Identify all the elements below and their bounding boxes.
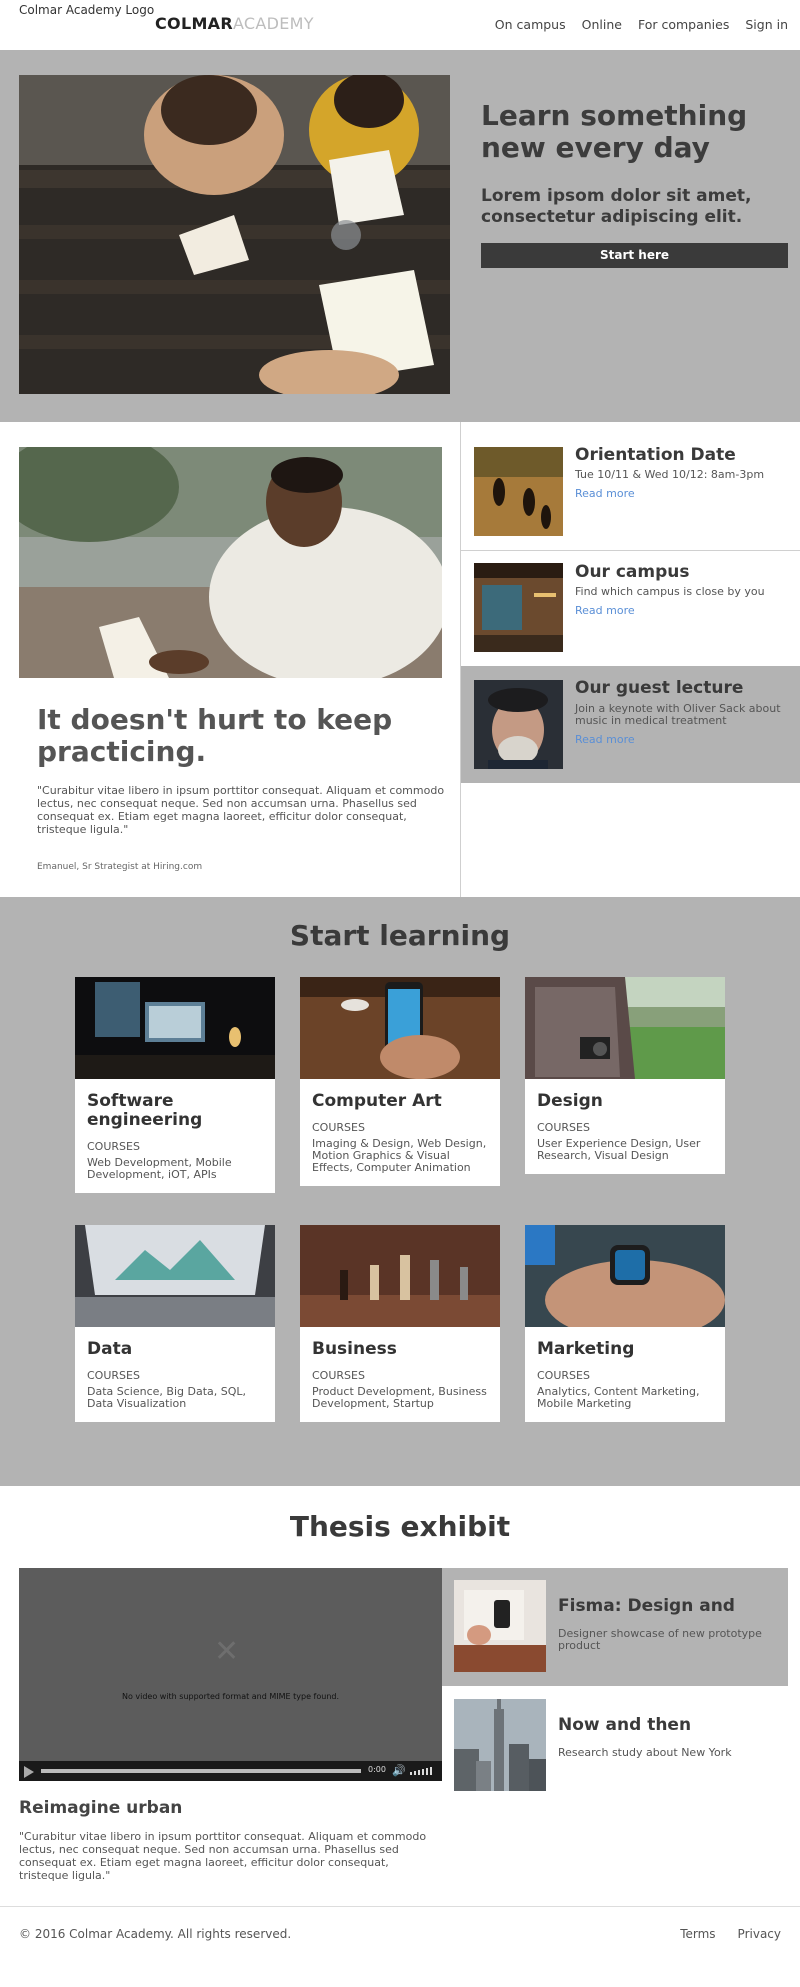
course-card-business[interactable]: Business COURSES Product Development, Bu… xyxy=(300,1225,500,1422)
course-image xyxy=(525,1225,725,1327)
course-title: Design xyxy=(537,1091,603,1111)
event-thumb-campus xyxy=(474,563,563,652)
project-desc: Designer showcase of new prototype produ… xyxy=(558,1627,762,1652)
course-image xyxy=(300,1225,500,1327)
project-desc: Research study about New York xyxy=(558,1746,732,1759)
course-desc: Web Development, Mobile Development, iOT… xyxy=(87,1156,232,1181)
video-time: 0:00 xyxy=(368,1765,386,1774)
read-more-link[interactable]: Read more xyxy=(575,604,635,617)
course-desc: Data Science, Big Data, SQL, Data Visual… xyxy=(87,1385,247,1410)
event-campus: Our campus Find which campus is close by… xyxy=(461,539,800,656)
event-title: Our campus xyxy=(575,562,690,582)
course-card-design[interactable]: Design COURSES User Experience Design, U… xyxy=(525,977,725,1174)
project-image-fisma xyxy=(454,1580,546,1672)
main-nav: On campus Online For companies Sign in xyxy=(495,17,788,32)
course-label: COURSES xyxy=(537,1369,590,1382)
feature-image-man-reading xyxy=(19,447,442,678)
site-footer: © 2016 Colmar Academy. All rights reserv… xyxy=(0,1906,800,1987)
thesis-heading: Reimagine urban xyxy=(19,1798,183,1818)
site-header: Colmar Academy Logo COLMARACADEMY On cam… xyxy=(0,0,800,50)
course-card-software-engineering[interactable]: Software engineering COURSES Web Develop… xyxy=(75,977,275,1193)
volume-icon[interactable]: 🔊 xyxy=(392,1764,406,1777)
logo-light: ACADEMY xyxy=(232,14,314,33)
footer-privacy-link[interactable]: Privacy xyxy=(738,1927,781,1941)
start-here-button[interactable]: Start here xyxy=(481,243,788,268)
course-image xyxy=(525,977,725,1079)
thesis-project-fisma[interactable]: Fisma: Design and Designer showcase of n… xyxy=(442,1568,788,1686)
volume-level-icon[interactable] xyxy=(410,1767,436,1775)
hero-section: Learn something new every day Lorem ipso… xyxy=(0,50,800,422)
project-title: Fisma: Design and xyxy=(558,1596,735,1616)
footer-links: Terms Privacy xyxy=(680,1927,781,1941)
course-card-data[interactable]: Data COURSES Data Science, Big Data, SQL… xyxy=(75,1225,275,1422)
thesis-exhibit-title: Thesis exhibit xyxy=(289,1510,511,1543)
course-image xyxy=(75,977,275,1079)
hero-image-students-studying xyxy=(19,75,450,394)
hero-title: Learn something new every day xyxy=(481,99,748,164)
logo-alt-text[interactable]: Colmar Academy Logo xyxy=(19,3,154,17)
course-title: Computer Art xyxy=(312,1091,442,1111)
course-label: COURSES xyxy=(537,1121,590,1134)
nav-sign-in[interactable]: Sign in xyxy=(745,17,788,32)
event-title: Orientation Date xyxy=(575,445,736,465)
course-label: COURSES xyxy=(87,1140,140,1153)
start-learning-title: Start learning xyxy=(289,919,511,952)
course-card-computer-art[interactable]: Computer Art COURSES Imaging & Design, W… xyxy=(300,977,500,1186)
nav-online[interactable]: Online xyxy=(582,17,622,32)
event-desc: Join a keynote with Oliver Sack about mu… xyxy=(575,702,781,727)
project-title: Now and then xyxy=(558,1715,692,1735)
read-more-link[interactable]: Read more xyxy=(575,733,635,746)
video-error-icon: ✕ xyxy=(214,1634,240,1669)
hero-subtitle: Lorem ipsom dolor sit amet, consectetur … xyxy=(481,186,752,227)
course-title: Software engineering xyxy=(87,1091,203,1130)
course-desc: Analytics, Content Marketing, Mobile Mar… xyxy=(537,1385,700,1410)
nav-on-campus[interactable]: On campus xyxy=(495,17,566,32)
course-label: COURSES xyxy=(312,1121,365,1134)
event-orientation: Orientation Date Tue 10/11 & Wed 10/12: … xyxy=(461,422,800,539)
footer-terms-link[interactable]: Terms xyxy=(680,1927,715,1941)
nav-for-companies[interactable]: For companies xyxy=(638,17,729,32)
site-logo[interactable]: COLMARACADEMY xyxy=(155,14,314,33)
event-desc: Find which campus is close by you xyxy=(575,585,765,598)
video-seek-bar[interactable] xyxy=(41,1769,361,1773)
event-guest-lecture: Our guest lecture Join a keynote with Ol… xyxy=(461,666,800,783)
video-controls: 0:00 🔊 xyxy=(19,1761,442,1781)
play-icon[interactable] xyxy=(24,1766,34,1778)
thesis-quote: "Curabitur vitae libero in ipsum porttit… xyxy=(19,1830,427,1882)
feature-citation: Emanuel, Sr Strategist at Hiring.com xyxy=(37,862,203,872)
feature-quote: "Curabitur vitae libero in ipsum porttit… xyxy=(37,784,445,836)
course-label: COURSES xyxy=(87,1369,140,1382)
video-error-message: No video with supported format and MIME … xyxy=(121,1692,340,1701)
thesis-project-now-and-then[interactable]: Now and then Research study about New Yo… xyxy=(442,1687,788,1805)
course-title: Marketing xyxy=(537,1339,635,1359)
copyright-text: © 2016 Colmar Academy. All rights reserv… xyxy=(19,1927,292,1941)
event-title: Our guest lecture xyxy=(575,678,744,698)
project-image-new-york xyxy=(454,1699,546,1791)
course-title: Data xyxy=(87,1339,133,1359)
course-desc: User Experience Design, User Research, V… xyxy=(537,1137,701,1162)
video-player[interactable]: ✕ No video with supported format and MIM… xyxy=(19,1568,442,1781)
course-card-marketing[interactable]: Marketing COURSES Analytics, Content Mar… xyxy=(525,1225,725,1422)
course-image xyxy=(75,1225,275,1327)
event-thumb-orientation xyxy=(474,447,563,536)
event-desc: Tue 10/11 & Wed 10/12: 8am-3pm xyxy=(575,468,765,481)
course-title: Business xyxy=(312,1339,397,1359)
course-label: COURSES xyxy=(312,1369,365,1382)
course-desc: Imaging & Design, Web Design, Motion Gra… xyxy=(312,1137,487,1174)
feature-title: It doesn't hurt to keep practicing. xyxy=(37,703,393,768)
logo-strong: COLMAR xyxy=(155,14,233,33)
course-image xyxy=(300,977,500,1079)
course-desc: Product Development, Business Developmen… xyxy=(312,1385,487,1410)
read-more-link[interactable]: Read more xyxy=(575,487,635,500)
event-thumb-guest-lecture xyxy=(474,680,563,769)
